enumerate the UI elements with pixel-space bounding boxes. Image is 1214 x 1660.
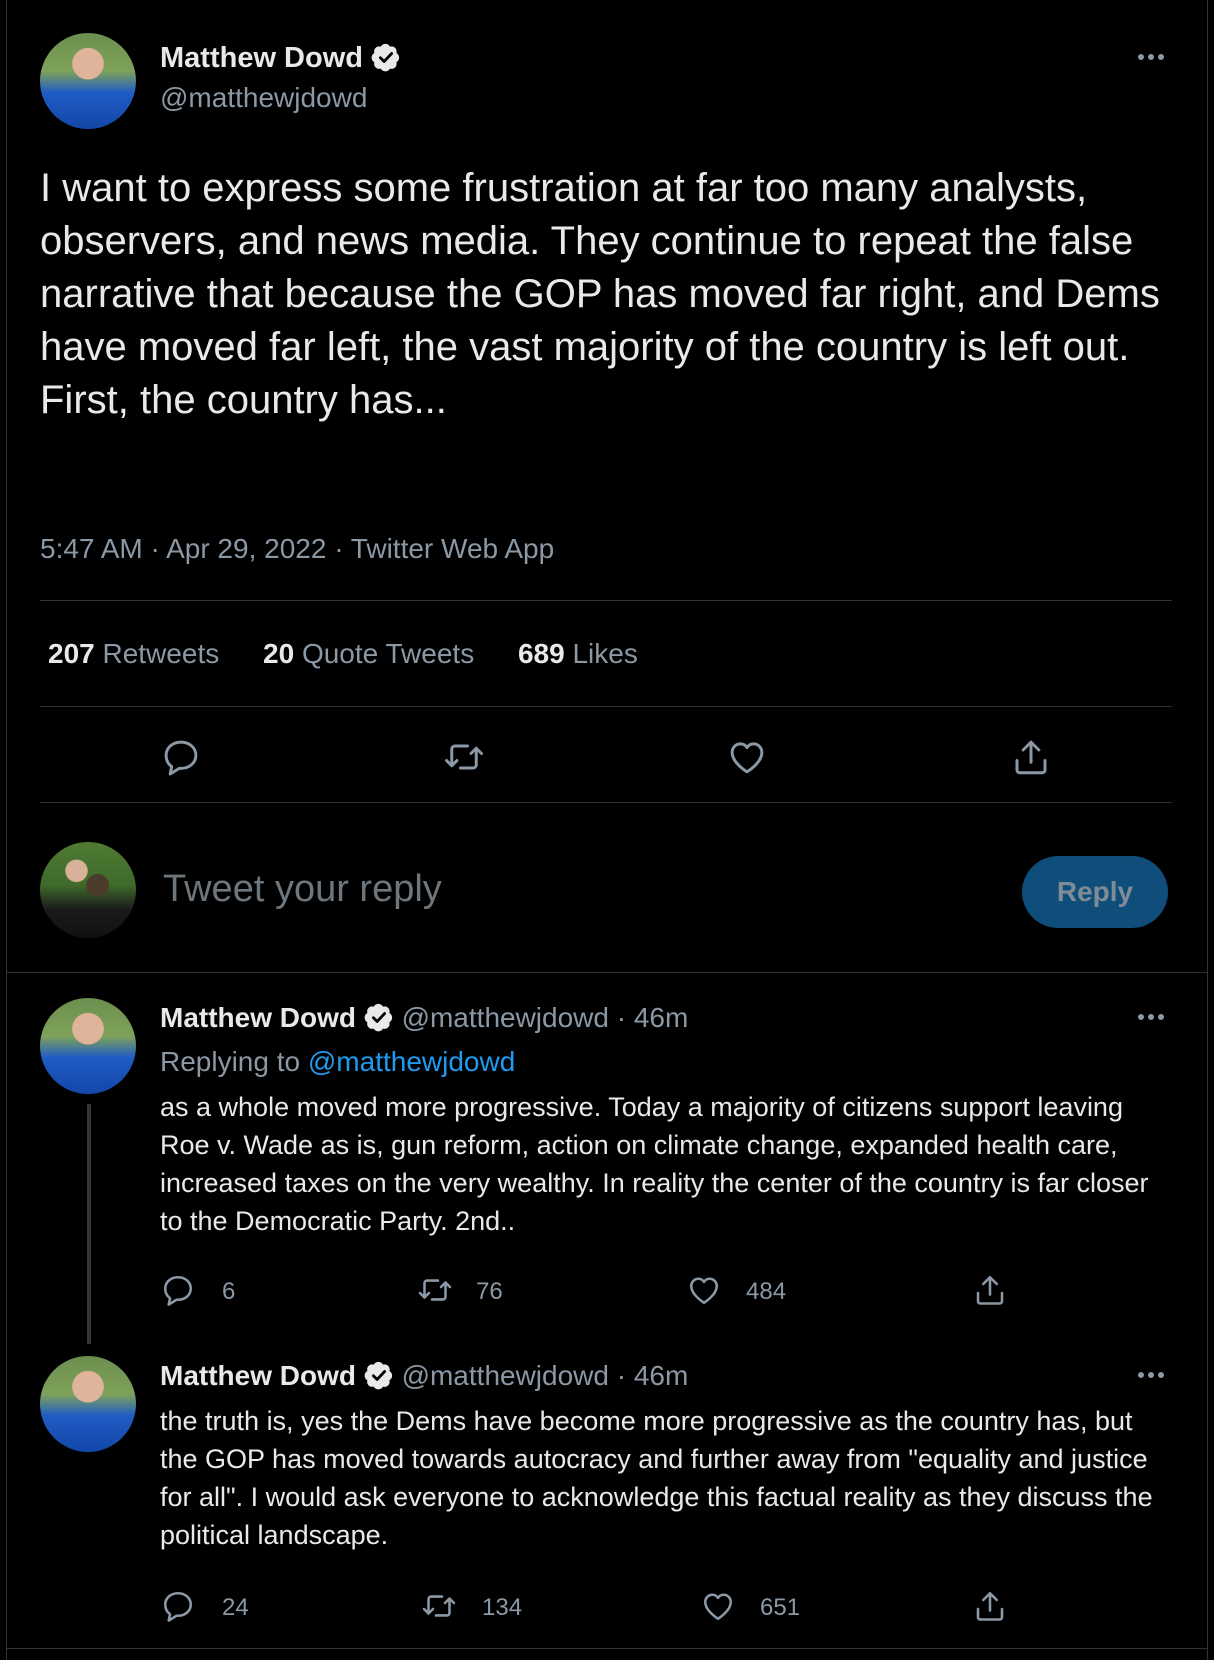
share-icon[interactable] — [972, 1588, 1008, 1624]
divider — [40, 600, 1172, 601]
quote-tweets-stat[interactable]: 20 Quote Tweets — [263, 638, 482, 669]
retweet-count: 76 — [476, 1278, 503, 1305]
reply-input[interactable]: Tweet your reply — [163, 868, 442, 911]
retweet-icon[interactable] — [420, 1588, 458, 1624]
reply-header: Matthew Dowd @matthewjdowd · 46m — [160, 1002, 688, 1034]
divider — [6, 1648, 1208, 1649]
author-avatar[interactable] — [40, 33, 136, 129]
like-icon[interactable] — [686, 1272, 722, 1308]
retweet-count: 134 — [482, 1594, 523, 1621]
replying-to: Replying to @matthewjdowd — [160, 1046, 516, 1077]
verified-badge-icon — [364, 1003, 392, 1032]
divider — [40, 802, 1172, 803]
likes-stat[interactable]: 689 Likes — [518, 638, 638, 669]
reply-text: as a whole moved more progressive. Today… — [160, 1092, 1149, 1236]
verified-badge-icon — [371, 43, 400, 72]
reply-handle[interactable]: @matthewjdowd — [402, 1002, 609, 1033]
author-name[interactable]: Matthew Dowd — [160, 42, 363, 74]
verified-badge-icon — [364, 1361, 392, 1390]
more-options-icon[interactable] — [1138, 1370, 1170, 1380]
more-options-icon[interactable] — [1138, 52, 1170, 62]
reply-author-name[interactable]: Matthew Dowd — [160, 1002, 356, 1033]
author-handle[interactable]: @matthewjdowd — [160, 82, 367, 114]
reply-text: the truth is, yes the Dems have become m… — [160, 1406, 1153, 1550]
like-icon[interactable] — [700, 1588, 736, 1624]
reply-handle[interactable]: @matthewjdowd — [402, 1360, 609, 1391]
current-user-avatar[interactable] — [40, 842, 136, 938]
reply-author-name[interactable]: Matthew Dowd — [160, 1360, 356, 1391]
reply-header: Matthew Dowd @matthewjdowd · 46m — [160, 1360, 688, 1392]
tweet-stats: 207 Retweets 20 Quote Tweets 689 Likes — [48, 638, 638, 670]
tweet-meta[interactable]: 5:47 AM · Apr 29, 2022 · Twitter Web App — [40, 533, 554, 565]
retweet-icon[interactable] — [442, 736, 486, 778]
reply-time[interactable]: · 46m — [617, 1002, 689, 1033]
replying-to-handle-link[interactable]: @matthewjdowd — [308, 1046, 515, 1077]
more-options-icon[interactable] — [1138, 1012, 1170, 1022]
retweet-icon[interactable] — [416, 1272, 454, 1308]
tweet-text: I want to express some frustration at fa… — [40, 166, 1160, 422]
reply-time[interactable]: · 46m — [617, 1360, 689, 1391]
reply-button[interactable]: Reply — [1022, 856, 1168, 928]
share-icon[interactable] — [1010, 736, 1052, 778]
reply-author-avatar[interactable] — [40, 1356, 136, 1452]
divider — [6, 972, 1208, 973]
reply-count: 6 — [222, 1278, 236, 1305]
share-icon[interactable] — [972, 1272, 1008, 1308]
retweets-stat[interactable]: 207 Retweets — [48, 638, 227, 669]
reply-count: 24 — [222, 1594, 249, 1621]
author-name-row[interactable]: Matthew Dowd — [160, 42, 401, 75]
reply-author-avatar[interactable] — [40, 998, 136, 1094]
reply-icon[interactable] — [160, 1588, 196, 1624]
divider — [40, 706, 1172, 707]
like-icon[interactable] — [726, 736, 768, 778]
reply-icon[interactable] — [160, 736, 202, 778]
like-count: 651 — [760, 1594, 801, 1621]
thread-connector — [87, 1104, 91, 1344]
reply-icon[interactable] — [160, 1272, 196, 1308]
like-count: 484 — [746, 1278, 787, 1305]
